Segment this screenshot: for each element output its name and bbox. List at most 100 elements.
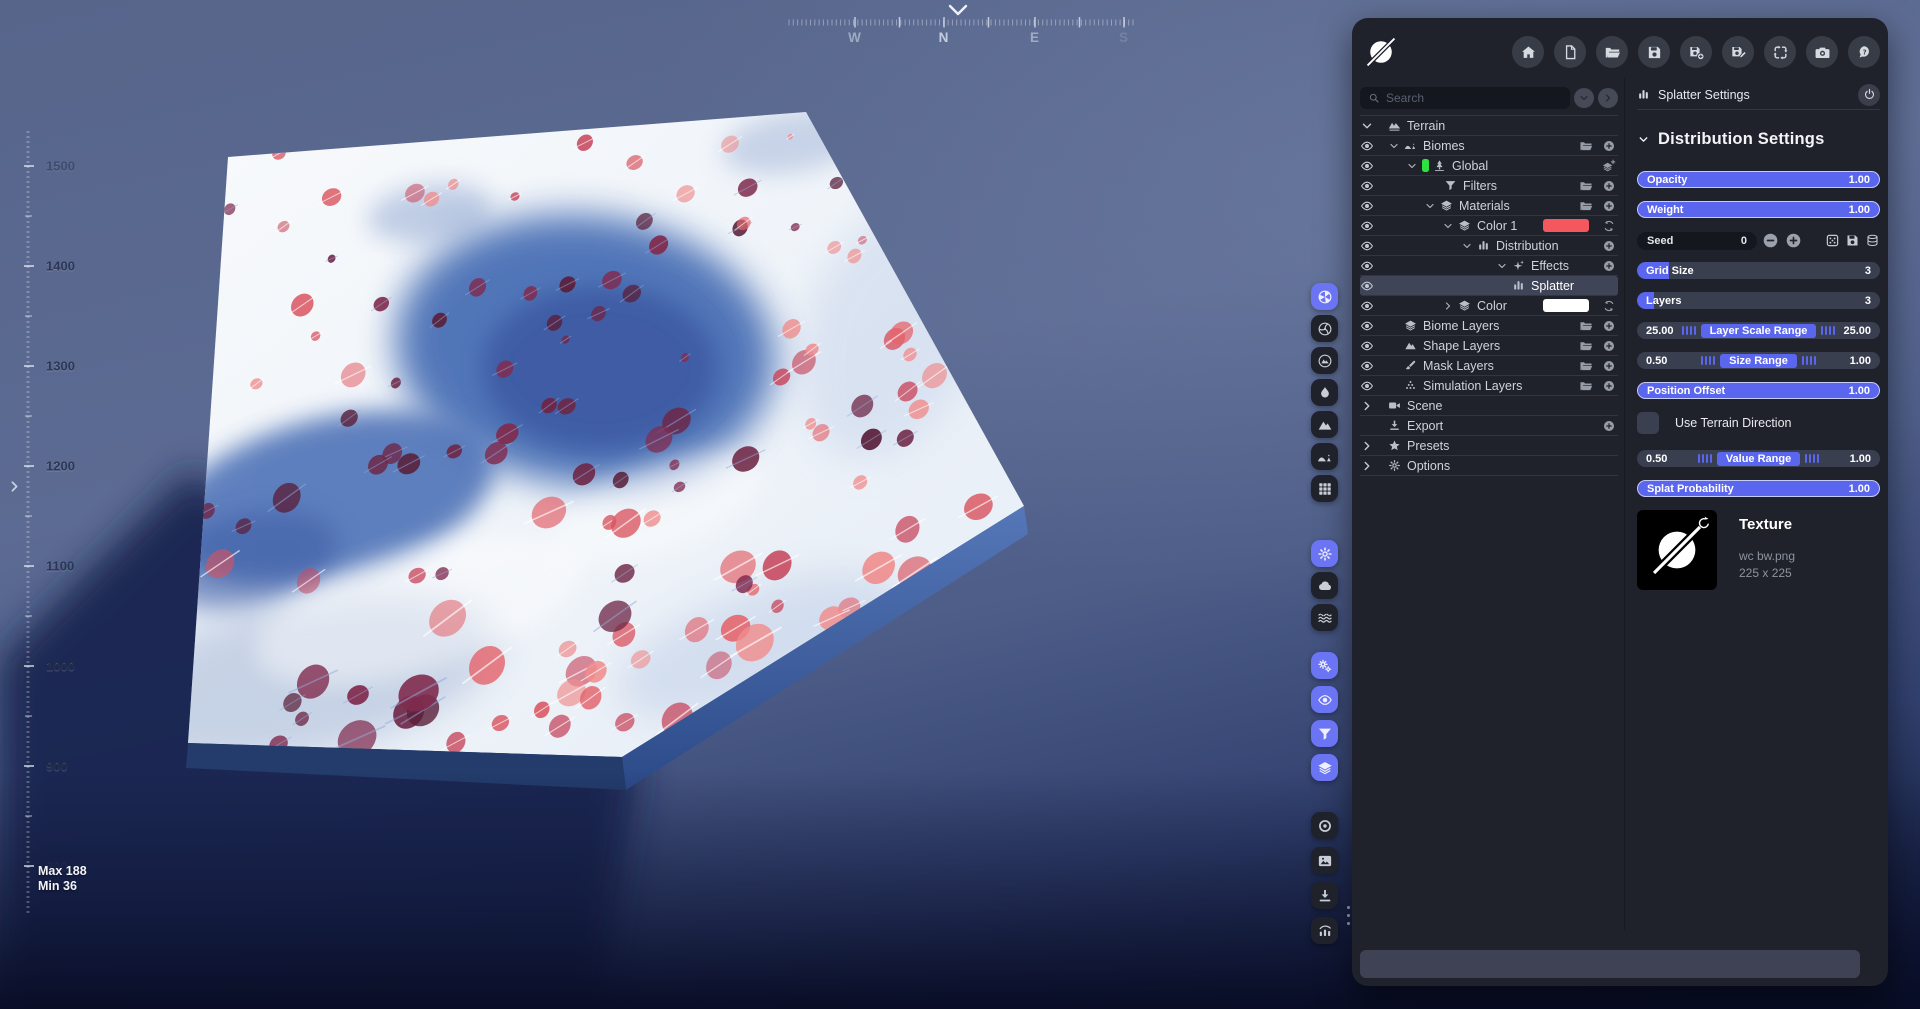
strip-layers-button[interactable] [1311, 754, 1338, 781]
visibility-toggle[interactable] [1360, 179, 1374, 193]
visibility-toggle[interactable] [1360, 199, 1374, 213]
plus-button[interactable] [1602, 139, 1616, 153]
refresh-button[interactable] [1602, 299, 1616, 313]
range-slider-value-range[interactable]: 0.50 Value Range 1.00 [1637, 450, 1880, 467]
range-label-chip[interactable]: Value Range [1716, 451, 1801, 466]
tree-row-export[interactable]: Export [1360, 416, 1618, 436]
strip-download-button[interactable] [1311, 882, 1338, 909]
folder-button[interactable] [1579, 359, 1593, 373]
search-field[interactable] [1386, 90, 1562, 105]
tree-row-color-1[interactable]: Color 1 [1360, 216, 1618, 236]
slider-weight[interactable]: Weight 1.00 [1637, 201, 1880, 218]
visibility-toggle[interactable] [1360, 319, 1374, 333]
home-button[interactable] [1512, 36, 1544, 68]
panel-expand-button[interactable] [6, 478, 23, 495]
dice-button[interactable] [1825, 233, 1840, 248]
tree-row-shape-layers[interactable]: Shape Layers [1360, 336, 1618, 356]
decrement-seed-button[interactable] [1761, 231, 1780, 250]
plus-button[interactable] [1602, 379, 1616, 393]
strip-image-button[interactable] [1311, 847, 1338, 874]
range-slider-size-range[interactable]: 0.50 Size Range 1.00 [1637, 352, 1880, 369]
color-swatch[interactable] [1543, 299, 1589, 312]
search-input[interactable] [1360, 86, 1570, 109]
folder-button[interactable] [1579, 379, 1593, 393]
folder-button[interactable] [1579, 319, 1593, 333]
tree-row-splatter[interactable]: Splatter [1360, 276, 1618, 296]
plus-button[interactable] [1602, 259, 1616, 273]
slider-grid-size[interactable]: Grid Size 3 [1637, 262, 1880, 279]
strip-flame-button[interactable] [1311, 379, 1338, 406]
visibility-toggle[interactable] [1360, 359, 1374, 373]
strip-waves-button[interactable] [1311, 604, 1338, 631]
visibility-toggle[interactable] [1360, 279, 1374, 293]
folder-button[interactable] [1579, 339, 1593, 353]
increment-seed-button[interactable] [1784, 231, 1803, 250]
strip-grid-button[interactable] [1311, 475, 1338, 502]
reload-button[interactable] [1764, 36, 1796, 68]
range-slider-layer-scale-range[interactable]: 25.00 Layer Scale Range 25.00 [1637, 322, 1880, 339]
tree-row-scene[interactable]: Scene [1360, 396, 1618, 416]
use-terrain-direction-checkbox[interactable] [1637, 412, 1659, 434]
strip-funnel-button[interactable] [1311, 720, 1338, 747]
strip-circle-mountain-button[interactable] [1311, 347, 1338, 374]
strip-gear-button[interactable] [1311, 540, 1338, 567]
tree-row-mask-layers[interactable]: Mask Layers [1360, 356, 1618, 376]
rotate-icon[interactable] [1696, 515, 1712, 531]
range-label-chip[interactable]: Layer Scale Range [1700, 323, 1817, 338]
open-project-button[interactable] [1596, 36, 1628, 68]
tree-row-biome-layers[interactable]: Biome Layers [1360, 316, 1618, 336]
strip-cloud-button[interactable] [1311, 572, 1338, 599]
strip-stats-button[interactable] [1311, 917, 1338, 944]
color-swatch[interactable] [1543, 219, 1589, 232]
section-header[interactable]: Distribution Settings [1637, 130, 1880, 149]
tree-row-simulation-layers[interactable]: Simulation Layers [1360, 376, 1618, 396]
texture-thumbnail[interactable] [1637, 510, 1717, 590]
collapse-all-button[interactable] [1574, 87, 1594, 108]
tree-row-filters[interactable]: Filters [1360, 176, 1618, 196]
save-button[interactable] [1638, 36, 1670, 68]
plus-button[interactable] [1602, 319, 1616, 333]
slider-opacity[interactable]: Opacity 1.00 [1637, 171, 1880, 188]
visibility-toggle[interactable] [1360, 339, 1374, 353]
visibility-toggle[interactable] [1360, 379, 1374, 393]
slider-position-offset[interactable]: Position Offset 1.00 [1637, 382, 1880, 399]
visibility-toggle[interactable] [1360, 259, 1374, 273]
save-as-button[interactable] [1680, 36, 1712, 68]
strip-drag-handle[interactable] [1347, 906, 1350, 925]
range-label-chip[interactable]: Size Range [1720, 353, 1797, 368]
new-file-button[interactable] [1554, 36, 1586, 68]
slider-splat-probability[interactable]: Splat Probability 1.00 [1637, 480, 1880, 497]
plus-button[interactable] [1602, 419, 1616, 433]
visibility-toggle[interactable] [1360, 159, 1374, 173]
reset-settings-button[interactable] [1858, 83, 1880, 106]
tree-row-global[interactable]: Global [1360, 156, 1618, 176]
layers-plus-button[interactable] [1602, 159, 1616, 173]
tree-row-terrain[interactable]: Terrain [1360, 116, 1618, 136]
slider-layers[interactable]: Layers 3 [1637, 292, 1880, 309]
plus-button[interactable] [1602, 359, 1616, 373]
compass-ruler[interactable] [788, 17, 1134, 28]
tree-row-color[interactable]: Color [1360, 296, 1618, 316]
tree-row-materials[interactable]: Materials [1360, 196, 1618, 216]
strip-mountain-button[interactable] [1311, 411, 1338, 438]
screenshot-button[interactable] [1806, 36, 1838, 68]
strip-record-button[interactable] [1311, 812, 1338, 839]
folder-button[interactable] [1579, 139, 1593, 153]
expand-all-button[interactable] [1598, 87, 1618, 108]
seed-input[interactable]: Seed 0 [1637, 231, 1757, 250]
help-button[interactable] [1848, 36, 1880, 68]
folder-button[interactable] [1579, 179, 1593, 193]
refresh-button[interactable] [1602, 219, 1616, 233]
save-button[interactable] [1845, 233, 1860, 248]
strip-turbine2-button[interactable] [1311, 315, 1338, 342]
tree-row-distribution[interactable]: Distribution [1360, 236, 1618, 256]
tree-row-options[interactable]: Options [1360, 456, 1618, 476]
strip-eye-button[interactable] [1311, 686, 1338, 713]
tree-row-biomes[interactable]: Biomes [1360, 136, 1618, 156]
tree-row-presets[interactable]: Presets [1360, 436, 1618, 456]
plus-button[interactable] [1602, 199, 1616, 213]
visibility-toggle[interactable] [1360, 139, 1374, 153]
visibility-toggle[interactable] [1360, 239, 1374, 253]
tree-row-effects[interactable]: Effects [1360, 256, 1618, 276]
plus-button[interactable] [1602, 339, 1616, 353]
